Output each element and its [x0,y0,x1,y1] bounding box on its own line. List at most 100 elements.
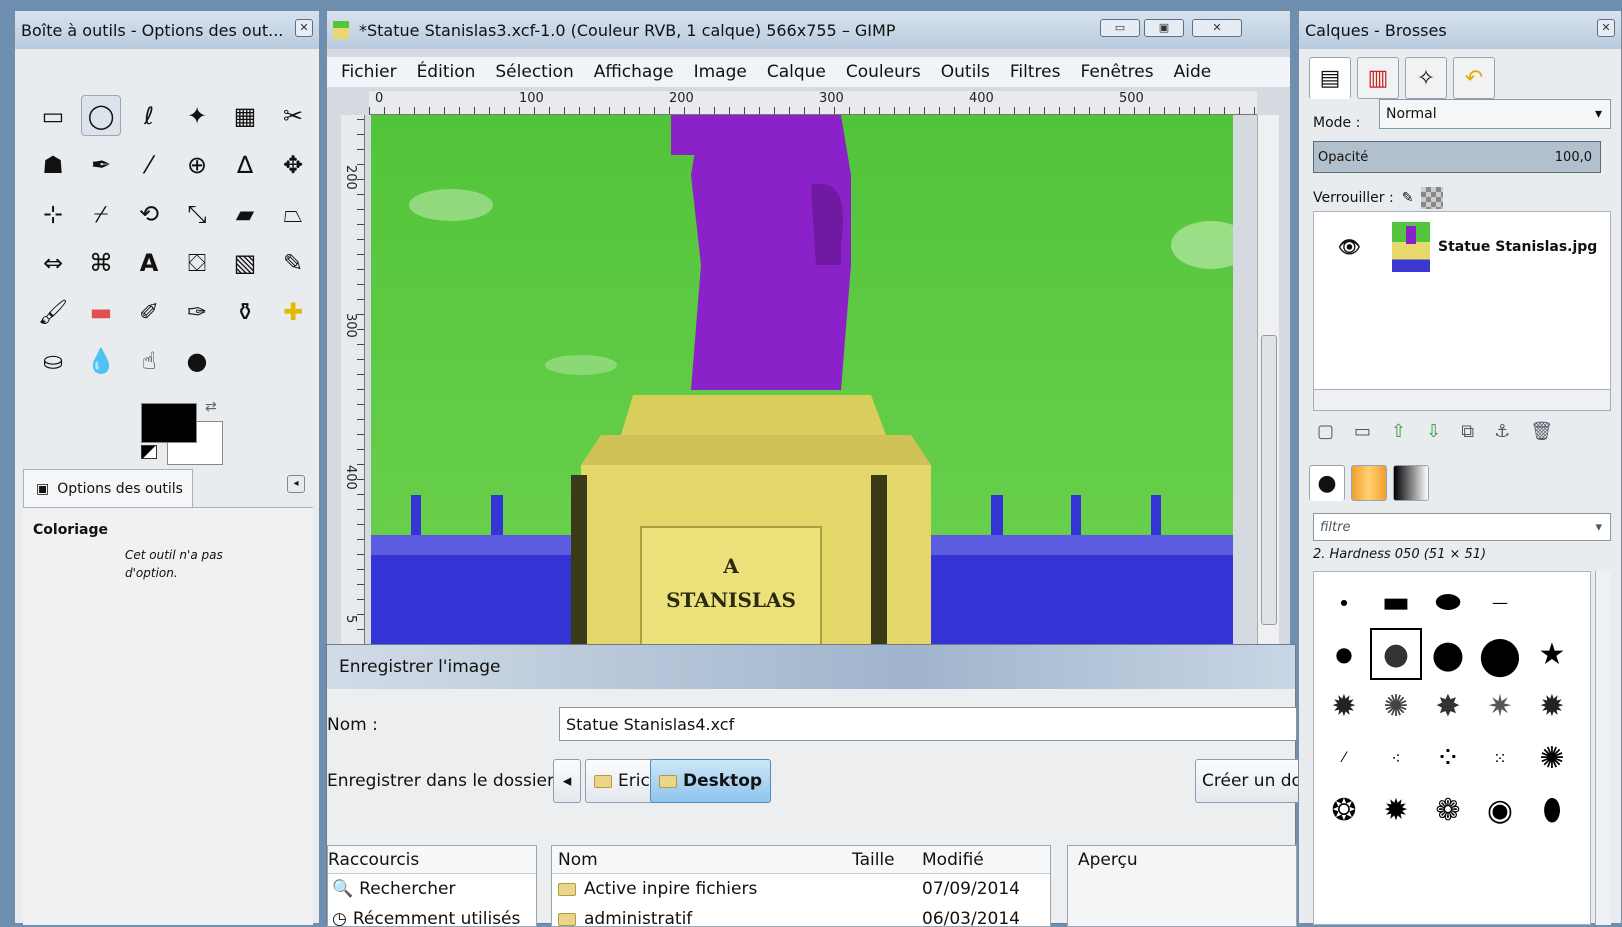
brush-item[interactable]: ★ [1526,628,1578,680]
brush-item[interactable]: ⁘ [1422,732,1474,784]
lock-pixels-icon[interactable]: ✎ [1402,190,1414,206]
ellipse-select-icon[interactable]: ◯ [81,95,121,136]
free-select-icon[interactable]: ℓ [125,91,173,140]
bucket-fill-icon[interactable]: ⛋ [173,238,221,287]
file-row[interactable]: Active inpire fichiers 07/09/2014 [552,874,1050,904]
measure-icon[interactable]: ∆ [221,140,269,189]
raise-layer-icon[interactable]: ⇧ [1391,421,1406,442]
create-folder-button[interactable]: Créer un do [1195,759,1305,803]
clone-icon[interactable]: ⚱ [221,287,269,336]
perspective-clone-icon[interactable]: ⛀ [29,336,77,385]
opacity-slider[interactable]: Opacité 100,0 [1313,141,1601,173]
airbrush-icon[interactable]: ✐ [125,287,173,336]
brush-item[interactable]: ✺ [1526,732,1578,784]
duplicate-layer-icon[interactable]: ⧉ [1461,421,1474,442]
color-picker-icon[interactable]: ⁄ [125,140,173,189]
brush-item[interactable]: ⁄ [1318,732,1370,784]
brush-item[interactable]: ❁ [1422,784,1474,836]
menu-couleurs[interactable]: Couleurs [846,62,921,82]
swap-colors-icon[interactable]: ⇄ [205,399,217,415]
brush-item[interactable]: ❂ [1318,784,1370,836]
image-canvas[interactable]: A STANISLAS [371,115,1233,645]
new-layer-icon[interactable]: ▢ [1317,421,1334,442]
zoom-icon[interactable]: ⊕ [173,140,221,189]
layer-row[interactable]: 👁 Statue Stanislas.jpg [1314,220,1610,274]
column-name[interactable]: Nom [552,850,852,870]
brush-item[interactable]: ✷ [1474,680,1526,732]
brush-item[interactable]: ✺ [1370,680,1422,732]
align-icon[interactable]: ⊹ [29,189,77,238]
tab-undo[interactable]: ↶ [1453,57,1495,99]
dodge-burn-icon[interactable]: ● [173,336,221,385]
brush-item[interactable]: ⬬ [1422,576,1474,628]
brush-item[interactable]: ⬮ [1526,784,1578,836]
pencil-icon[interactable]: ✎ [269,238,317,287]
cage-icon[interactable]: ⌘ [77,238,125,287]
foreground-select-icon[interactable]: ☗ [29,140,77,189]
delete-layer-icon[interactable]: 🗑 [1530,421,1553,442]
reset-colors-icon[interactable] [141,445,157,459]
eye-icon[interactable]: 👁 [1338,237,1361,258]
menu-fenetres[interactable]: Fenêtres [1080,62,1153,82]
mode-select[interactable]: Normal ▾ [1379,99,1611,129]
crop-icon[interactable]: ⌿ [77,189,125,238]
tab-layers[interactable]: ▤ [1309,57,1351,99]
brush-item[interactable] [1526,576,1578,628]
column-size[interactable]: Taille [852,850,922,870]
blur-icon[interactable]: 💧 [77,336,125,385]
brush-item[interactable]: ✸ [1422,680,1474,732]
flip-icon[interactable]: ⇔ [29,238,77,287]
tab-patterns[interactable] [1351,465,1387,501]
menu-image[interactable]: Image [694,62,747,82]
paths-icon[interactable]: ✒ [77,140,125,189]
menu-edition[interactable]: Édition [417,62,476,82]
scroll-thumb[interactable] [1261,335,1277,625]
foreground-color-swatch[interactable] [141,403,197,443]
menu-filtres[interactable]: Filtres [1010,62,1061,82]
toolbox-titlebar[interactable]: Boîte à outils - Options des out... [15,11,319,49]
lock-alpha-icon[interactable] [1421,187,1444,209]
ink-icon[interactable]: ✑ [173,287,221,336]
path-eric-button[interactable]: Eric [585,759,659,803]
brush-scrollbar[interactable] [1595,571,1611,925]
menu-affichage[interactable]: Affichage [594,62,674,82]
scale-icon[interactable]: ⤡ [173,189,221,238]
menu-outils[interactable]: Outils [941,62,990,82]
places-item-search[interactable]: 🔍 Rechercher [328,874,536,904]
anchor-icon[interactable]: ⚓ [1494,421,1510,442]
menu-aide[interactable]: Aide [1174,62,1212,82]
fuzzy-select-icon[interactable]: ✦ [173,91,221,140]
brush-item[interactable]: ✹ [1318,680,1370,732]
layers-horizontal-scrollbar[interactable] [1313,389,1611,411]
scissors-icon[interactable]: ✂ [269,91,317,140]
eraser-icon[interactable]: ▬ [77,287,125,336]
tab-menu-icon[interactable]: ◂ [287,475,305,493]
path-back-button[interactable]: ◂ [553,759,581,803]
maximize-icon[interactable]: ▣ [1144,19,1184,37]
brush-item[interactable]: — [1474,576,1526,628]
brush-item[interactable]: ● [1422,628,1474,680]
vertical-ruler[interactable]: 200 300 400 5 [341,115,365,645]
brush-item[interactable]: ● [1318,628,1370,680]
tab-brushes[interactable]: ● [1309,465,1345,501]
rect-select-icon[interactable]: ▭ [29,91,77,140]
new-group-icon[interactable]: ▭ [1354,421,1371,442]
minimize-icon[interactable]: ▭ [1100,19,1140,37]
move-icon[interactable]: ✥ [269,140,317,189]
brush-item-selected[interactable]: ● [1370,628,1422,680]
path-desktop-button[interactable]: Desktop [650,759,772,803]
menu-fichier[interactable]: Fichier [341,62,397,82]
close-icon[interactable]: ✕ [1192,19,1242,37]
close-icon[interactable]: ✕ [295,19,313,37]
menu-selection[interactable]: Sélection [495,62,573,82]
paintbrush-icon[interactable]: 🖌 [29,287,77,336]
heal-icon[interactable]: ✚ [269,287,317,336]
brush-item[interactable]: ✹ [1526,680,1578,732]
canvas-vertical-scrollbar[interactable] [1257,115,1279,645]
tab-gradients[interactable] [1393,465,1429,501]
brush-filter-input[interactable]: filtre ▾ [1313,513,1611,541]
text-icon[interactable]: A [125,238,173,287]
brush-item[interactable]: ◉ [1474,784,1526,836]
horizontal-ruler[interactable]: 0 100 200 300 400 500 [369,91,1257,115]
tab-channels[interactable]: ▥ [1357,57,1399,99]
